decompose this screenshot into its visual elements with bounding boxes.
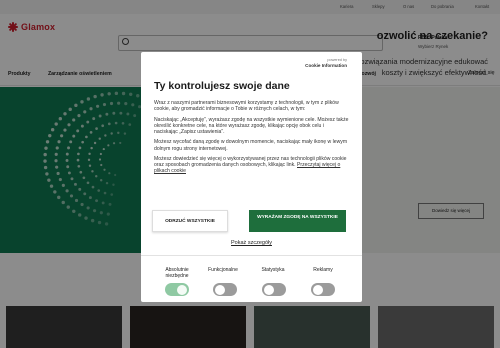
toggle-label-statistics: Statystyka [261, 267, 285, 273]
toggle-knob [313, 284, 323, 295]
consent-paragraph-1: Wraz z naszymi partnerami biznesowymi ko… [154, 100, 339, 113]
toggle-functional[interactable] [213, 283, 237, 296]
cookie-consent-dialog: powered by Cookie Information Ty kontrol… [141, 52, 362, 302]
dialog-title: Ty kontrolujesz swoje dane [154, 80, 290, 92]
consent-paragraph-3: Możesz wycofać daną zgodę w dowolnym mom… [154, 139, 348, 152]
toggle-statistics[interactable] [262, 283, 286, 296]
toggle-ads[interactable] [311, 283, 335, 296]
toggle-knob [177, 284, 187, 295]
toggle-label-ads: Reklamy [313, 267, 333, 273]
toggle-label-functional: Funkcjonalne [208, 267, 238, 273]
toggle-necessary[interactable] [165, 283, 189, 296]
powered-by-brand: Cookie Information [305, 63, 347, 68]
dialog-divider [141, 255, 362, 256]
consent-paragraph-2: Naciskając „Akceptuję”, wyrażasz zgodę n… [154, 116, 349, 135]
show-details-link[interactable]: Pokaż szczegóły [141, 240, 362, 246]
toggle-label-necessary: Absolutnie niezbędne [165, 267, 189, 279]
consent-paragraph-4: Możesz dowiedzieć się więcej o wykorzyst… [154, 156, 349, 175]
powered-by-badge: powered by Cookie Information [305, 58, 347, 68]
reject-all-button[interactable]: ODRZUĆ WSZYSTKIE [152, 210, 228, 232]
accept-all-button[interactable]: WYRAŻAM ZGODĘ NA WSZYSTKIE [249, 210, 346, 232]
toggle-knob [264, 284, 274, 295]
toggle-knob [215, 284, 225, 295]
